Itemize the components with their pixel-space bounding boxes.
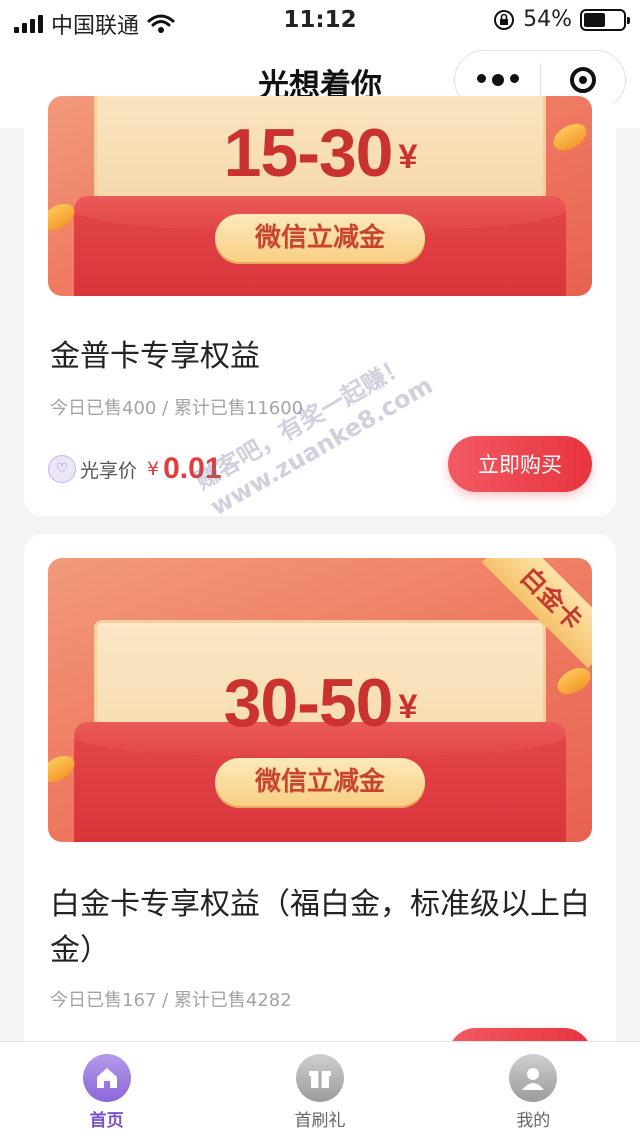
price-value: 0.01 xyxy=(163,452,222,485)
tab-home[interactable]: 首页 xyxy=(0,1042,213,1136)
price-label: 光享价 xyxy=(80,459,138,482)
product-card: 15-30 ¥ 微信立减金 金普卡专享权益 今日已售400 / 累计已售11600… xyxy=(24,96,616,516)
currency-symbol: ¥ xyxy=(398,138,418,176)
currency-symbol: ¥ xyxy=(398,688,418,726)
home-icon xyxy=(82,1054,131,1102)
sales-stats: 今日已售167 / 累计已售4282 xyxy=(50,990,292,1011)
discount-amount: 15-30 xyxy=(223,115,394,191)
guangxiang-logo-icon: ♡ xyxy=(48,455,76,483)
tab-label: 首刷礼 xyxy=(294,1111,346,1131)
product-title: 金普卡专享权益 xyxy=(50,339,260,374)
tab-label: 我的 xyxy=(516,1111,551,1131)
tab-bar: 首页 首刷礼 我的 xyxy=(0,1041,640,1136)
discount-amount: 30-50 xyxy=(223,665,394,741)
status-bar: 中国联通 11:12 54% xyxy=(0,0,640,44)
tab-label: 首页 xyxy=(89,1111,124,1131)
more-dots-icon[interactable] xyxy=(455,74,540,86)
product-title: 白金卡专享权益（福白金，标准级以上白金） xyxy=(50,887,590,968)
wechat-discount-pill: 微信立减金 xyxy=(215,214,425,262)
tab-profile[interactable]: 我的 xyxy=(427,1042,640,1136)
user-icon xyxy=(509,1054,558,1102)
product-banner[interactable]: 15-30 ¥ 微信立减金 xyxy=(48,96,592,296)
battery-percent: 54% xyxy=(523,7,572,32)
gift-icon xyxy=(295,1054,344,1102)
target-close-icon[interactable] xyxy=(541,67,625,93)
rotation-lock-icon xyxy=(494,9,515,30)
tab-first-swipe-gift[interactable]: 首刷礼 xyxy=(213,1042,426,1136)
price-row: ♡ 光享价 ¥ 0.01 xyxy=(48,452,222,486)
product-banner[interactable]: 30-50 ¥ 微信立减金 白金卡 xyxy=(48,558,592,842)
price-currency: ¥ xyxy=(147,458,160,480)
buy-now-button[interactable]: 立即购买 xyxy=(448,436,592,492)
wechat-discount-pill: 微信立减金 xyxy=(215,758,425,806)
sales-stats: 今日已售400 / 累计已售11600 xyxy=(50,398,304,419)
battery-icon xyxy=(580,8,630,31)
